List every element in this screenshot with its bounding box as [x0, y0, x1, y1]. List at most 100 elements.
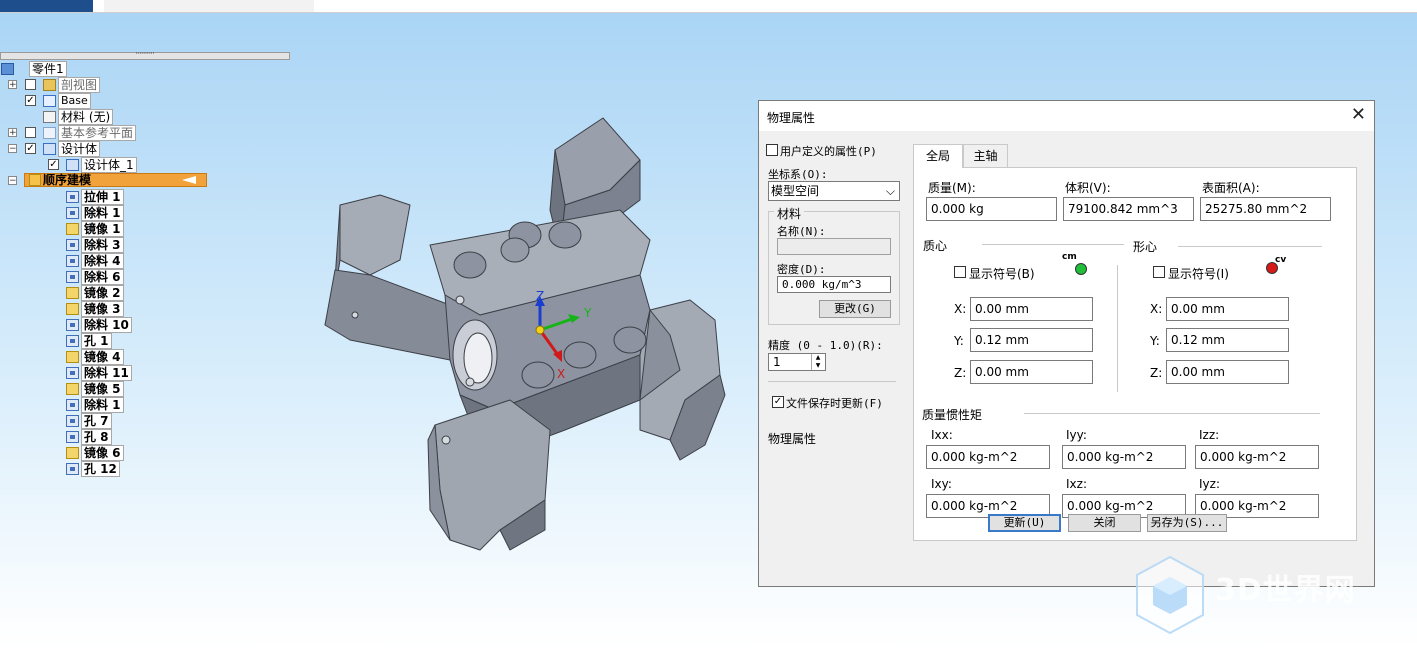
mass-field[interactable]: 0.000 kg — [926, 197, 1057, 221]
dialog-title: 物理属性 — [767, 111, 816, 125]
volume-field[interactable]: 79100.842 mm^3 — [1063, 197, 1194, 221]
center-of-mass-label: 质心 — [923, 239, 948, 253]
show-com-symbol-checkbox[interactable] — [954, 266, 966, 278]
collapse-icon[interactable]: − — [8, 144, 17, 154]
coord-system-label: 坐标系(O): — [768, 168, 828, 181]
feature-label: 孔 1 — [81, 333, 112, 349]
iyz-label: Iyz: — [1199, 477, 1220, 491]
watermark-text: 3D世界网 — [1215, 573, 1356, 608]
physical-properties-dialog: 物理属性 ✕ 用户定义的属性(P) 坐标系(O): 模型空间 ⌵ 材料 名称(N… — [758, 100, 1375, 587]
tree-item-label: 设计体_1 — [81, 157, 137, 173]
watermark-logo: 3D世界网 — [1135, 555, 1355, 638]
izz-label: Izz: — [1199, 428, 1220, 442]
change-material-button[interactable]: 更改(G) — [819, 300, 891, 318]
close-icon[interactable]: ✕ — [1351, 105, 1366, 125]
update-on-save-label: 文件保存时更新(F) — [786, 397, 883, 410]
pane-splitter[interactable]: '''''''''' — [0, 52, 290, 60]
cov-z-field[interactable]: 0.00 mm — [1166, 360, 1289, 384]
upper-left-lug — [339, 194, 411, 276]
tab-global[interactable]: 全局 — [913, 144, 963, 168]
center-of-volume-symbol-icon — [1266, 262, 1278, 274]
z-axis-label: Z — [536, 289, 544, 303]
cube-logo-icon — [1136, 555, 1204, 635]
izz-field[interactable]: 0.000 kg-m^2 — [1195, 445, 1319, 469]
visibility-checkbox[interactable] — [25, 127, 36, 138]
part-3d-model[interactable]: Z Y X — [310, 110, 760, 560]
divider — [982, 244, 1124, 245]
show-cov-symbol-checkbox[interactable] — [1153, 266, 1165, 278]
cut-feature-icon — [66, 191, 79, 203]
visibility-checkbox[interactable]: ✓ — [48, 159, 59, 170]
expand-icon[interactable]: + — [8, 128, 17, 138]
user-defined-checkbox[interactable] — [766, 144, 778, 156]
material-icon — [43, 111, 56, 123]
y-axis-label: Y — [583, 306, 592, 320]
cut-feature-icon — [66, 239, 79, 251]
divider — [1024, 413, 1320, 414]
cm-tag: cm — [1062, 252, 1077, 262]
iyy-field[interactable]: 0.000 kg-m^2 — [1062, 445, 1186, 469]
ixx-field[interactable]: 0.000 kg-m^2 — [926, 445, 1050, 469]
feature-label: 镜像 2 — [81, 285, 124, 301]
tab-principal[interactable]: 主轴 — [963, 144, 1008, 168]
tree-item-label: 基本参考平面 — [58, 125, 137, 141]
feature-label: 镜像 1 — [81, 221, 124, 237]
feature-label: 孔 8 — [81, 429, 112, 445]
density-label: 密度(D): — [777, 263, 826, 276]
coordinate-system-icon — [43, 95, 56, 107]
cut-feature-icon — [66, 319, 79, 331]
update-button[interactable]: 更新(U) — [988, 514, 1061, 532]
close-button[interactable]: 关闭 — [1068, 514, 1141, 532]
cut-feature-icon — [66, 271, 79, 283]
feature-label: 除料 10 — [81, 317, 132, 333]
com-x-field[interactable]: 0.00 mm — [970, 297, 1093, 321]
cov-x-field[interactable]: 0.00 mm — [1166, 297, 1289, 321]
mirror-feature-icon — [66, 383, 79, 395]
volume-label: 体积(V): — [1065, 181, 1111, 195]
rollback-arrow-icon[interactable] — [182, 176, 196, 184]
com-y-label: Y: — [954, 334, 964, 348]
cov-x-label: X: — [1150, 302, 1163, 316]
update-on-save-checkbox[interactable]: ✓ — [772, 396, 784, 408]
visibility-checkbox[interactable]: ✓ — [25, 143, 36, 154]
cut-feature-icon — [66, 255, 79, 267]
tree-item-label: 剖视图 — [58, 77, 101, 93]
coord-system-select[interactable]: 模型空间 ⌵ — [768, 181, 900, 201]
document-tab[interactable] — [104, 0, 314, 12]
visibility-checkbox[interactable]: ✓ — [25, 95, 36, 106]
divider — [768, 381, 896, 382]
feature-label: 除料 1 — [81, 397, 124, 413]
feature-label: 除料 1 — [81, 205, 124, 221]
save-as-button[interactable]: 另存为(S)... — [1147, 514, 1227, 532]
cov-y-label: Y: — [1150, 334, 1160, 348]
cut-feature-icon — [66, 431, 79, 443]
material-name-field[interactable] — [777, 238, 891, 255]
collapse-icon[interactable]: − — [8, 176, 17, 186]
cov-y-field[interactable]: 0.12 mm — [1166, 328, 1289, 352]
body-icon — [66, 159, 79, 171]
ixx-label: Ixx: — [931, 428, 953, 442]
x-axis-label: X — [557, 367, 565, 381]
accuracy-spinner[interactable]: 1 ▲ ▼ — [768, 353, 826, 371]
divider — [1117, 265, 1118, 392]
spinner-arrows-icon[interactable]: ▲ ▼ — [811, 354, 824, 370]
app-menu-button[interactable] — [0, 0, 93, 12]
global-tab-panel: 质量(M): 0.000 kg 体积(V): 79100.842 mm^3 表面… — [913, 167, 1357, 541]
tree-item-label: Base — [58, 93, 91, 109]
expand-icon[interactable]: + — [8, 80, 17, 90]
mirror-feature-icon — [66, 351, 79, 363]
reference-plane-icon — [43, 127, 56, 139]
title-bar — [0, 0, 1417, 13]
visibility-checkbox[interactable] — [25, 79, 36, 90]
com-y-field[interactable]: 0.12 mm — [970, 328, 1093, 352]
cut-feature-icon — [66, 207, 79, 219]
user-defined-label: 用户定义的属性(P) — [780, 145, 877, 158]
show-cov-symbol-label: 显示符号(I) — [1168, 267, 1229, 281]
mirror-feature-icon — [66, 287, 79, 299]
sequential-modeling-bar[interactable]: 顺序建模 — [24, 173, 207, 187]
com-z-field[interactable]: 0.00 mm — [970, 360, 1093, 384]
density-field[interactable]: 0.000 kg/m^3 — [777, 276, 891, 293]
show-com-symbol-label: 显示符号(B) — [969, 267, 1035, 281]
mass-label: 质量(M): — [928, 181, 976, 195]
surface-area-field[interactable]: 25275.80 mm^2 — [1200, 197, 1331, 221]
